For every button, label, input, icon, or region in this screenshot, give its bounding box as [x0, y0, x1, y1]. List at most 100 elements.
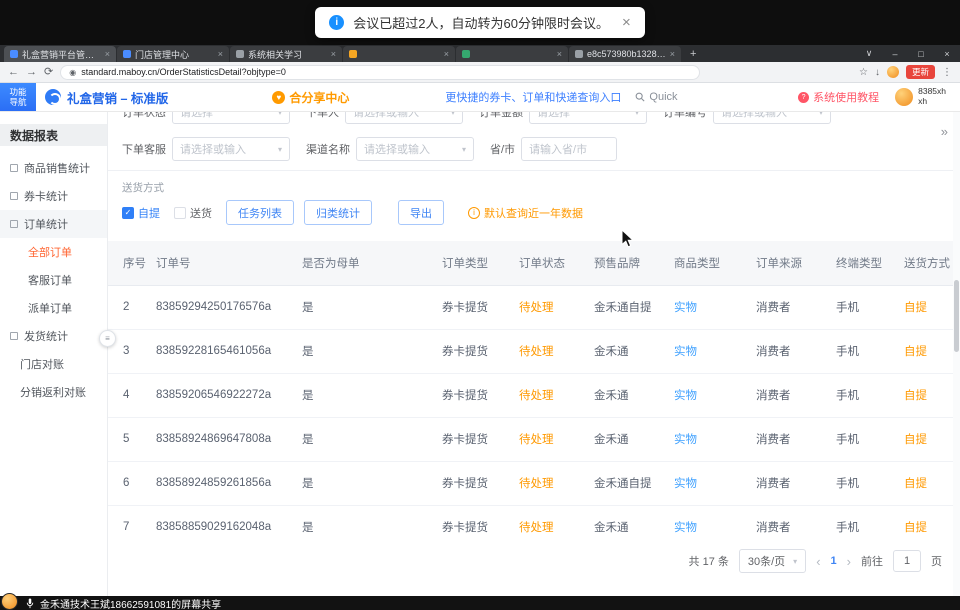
- toast-close-icon[interactable]: ×: [622, 14, 631, 31]
- cell-goods-type[interactable]: 实物: [668, 461, 750, 505]
- browser-tab-4[interactable]: ×: [343, 46, 455, 62]
- tab-close-icon[interactable]: ×: [218, 49, 223, 59]
- tab-favicon: [349, 50, 357, 58]
- tab-close-icon[interactable]: ×: [557, 49, 562, 59]
- tab-close-icon[interactable]: ×: [105, 49, 110, 59]
- browser-tab-6[interactable]: e8c573980b1328a258fd2e6 ×: [569, 46, 681, 62]
- cell-status: 待处理: [513, 285, 588, 329]
- filter-row-clipped: 订单状态 请选择▾ 下单人 请选择或输入▾ 订单金额 请选择▾ 订单编号 请选择…: [108, 112, 960, 130]
- browser-tab-store-admin[interactable]: 门店管理中心 ×: [117, 46, 229, 62]
- sidebar-item-service-orders[interactable]: 客服订单: [0, 266, 107, 294]
- filter-order-agent: 下单客服 请选择或输入▾: [122, 137, 290, 161]
- menu-item-icon: [10, 164, 18, 172]
- window-close-button[interactable]: ×: [934, 45, 960, 62]
- scrollbar-thumb[interactable]: [954, 280, 959, 352]
- current-page[interactable]: 1: [831, 555, 837, 567]
- cell-goods-type[interactable]: 实物: [668, 329, 750, 373]
- cell-order-no: 83858924869647808a: [150, 417, 296, 461]
- browser-profile-avatar[interactable]: [887, 66, 899, 78]
- browser-menu-icon[interactable]: ⋮: [942, 67, 952, 78]
- filter-label: 订单编号: [663, 112, 707, 120]
- bookmark-star-icon[interactable]: ☆: [859, 67, 868, 78]
- page-size-select[interactable]: 30条/页 ▾: [739, 549, 806, 573]
- checkbox-delivery[interactable]: 送货: [174, 205, 212, 221]
- download-icon[interactable]: ↓: [875, 67, 880, 78]
- tutorial-link[interactable]: ? 系统使用教程: [798, 89, 879, 105]
- sidebar-item-dispatch-orders[interactable]: 派单订单: [0, 294, 107, 322]
- quick-entry-link[interactable]: 更快捷的券卡、订单和快递查询入口: [445, 89, 621, 105]
- task-list-button[interactable]: 任务列表: [226, 200, 294, 225]
- export-button[interactable]: 导出: [398, 200, 444, 225]
- hint-bulb-icon: i: [468, 207, 480, 219]
- filter-order-no: 订单编号 请选择或输入▾: [663, 112, 831, 124]
- province-city-input[interactable]: 请输入省/市: [521, 137, 617, 161]
- goto-page-input[interactable]: [893, 550, 921, 572]
- cell-goods-type[interactable]: 实物: [668, 285, 750, 329]
- cell-source: 消费者: [750, 461, 830, 505]
- channel-name-select[interactable]: 请选择或输入▾: [356, 137, 474, 161]
- cell-is-parent: 是: [296, 505, 436, 537]
- sidebar-collapse-handle[interactable]: ≡: [99, 330, 116, 347]
- order-agent-select[interactable]: 请选择或输入▾: [172, 137, 290, 161]
- share-center-link[interactable]: ♥ 合分享中心: [272, 89, 349, 106]
- next-page-button[interactable]: ›: [847, 554, 851, 569]
- browser-tab-5[interactable]: ×: [456, 46, 568, 62]
- browser-tab-gift-admin[interactable]: 礼盒营销平台管理中心 ×: [4, 46, 116, 62]
- sidebar-item-shipping-stats[interactable]: 发货统计: [0, 322, 107, 350]
- new-tab-button[interactable]: +: [682, 46, 704, 62]
- sidebar-item-coupon-stats[interactable]: 券卡统计: [0, 182, 107, 210]
- cell-source: 消费者: [750, 373, 830, 417]
- sidebar-item-all-orders[interactable]: 全部订单: [0, 238, 107, 266]
- cell-terminal: 手机: [830, 285, 898, 329]
- share-user-avatar: [1, 593, 18, 610]
- filter-expand-icon[interactable]: »: [941, 124, 948, 139]
- filter-channel-name: 渠道名称 请选择或输入▾: [306, 137, 474, 161]
- function-nav-tab[interactable]: 功能 导航: [0, 83, 36, 111]
- back-icon[interactable]: ←: [8, 67, 19, 78]
- sidebar-menu: 商品销售统计 券卡统计 订单统计 全部订单 客服订单 派单订单: [0, 154, 107, 406]
- tab-close-icon[interactable]: ×: [444, 49, 449, 59]
- order-status-select[interactable]: 请选择▾: [172, 112, 290, 124]
- window-maximize-button[interactable]: □: [908, 45, 934, 62]
- user-menu[interactable]: 8385xh xh: [895, 87, 946, 107]
- col-seq: 序号: [108, 241, 150, 285]
- tab-search-icon[interactable]: ∨: [856, 45, 882, 62]
- cell-terminal: 手机: [830, 329, 898, 373]
- checkbox-label: 自提: [138, 205, 160, 221]
- sidebar-item-product-sales-stats[interactable]: 商品销售统计: [0, 154, 107, 182]
- tab-favicon: [236, 50, 244, 58]
- cell-seq: 2: [108, 285, 150, 329]
- browser-update-button[interactable]: 更新: [906, 65, 935, 79]
- window-minimize-button[interactable]: –: [882, 45, 908, 62]
- reload-icon[interactable]: ⟳: [44, 67, 53, 78]
- share-center-icon: ♥: [272, 91, 285, 104]
- tutorial-label: 系统使用教程: [813, 89, 879, 105]
- cell-goods-type[interactable]: 实物: [668, 373, 750, 417]
- vertical-scrollbar: [953, 112, 960, 596]
- app-body: 数据报表 商品销售统计 券卡统计 订单统计 全部订单 客服: [0, 112, 960, 596]
- quick-search[interactable]: Quick: [635, 91, 677, 103]
- category-stats-button[interactable]: 归类统计: [304, 200, 372, 225]
- cell-goods-type[interactable]: 实物: [668, 505, 750, 537]
- screen-share-bar: 金禾通技术王斌18662591081的屏幕共享: [0, 596, 960, 610]
- cell-is-parent: 是: [296, 329, 436, 373]
- orderer-select[interactable]: 请选择或输入▾: [345, 112, 463, 124]
- order-amount-select[interactable]: 请选择▾: [529, 112, 647, 124]
- sidebar-item-store-reconciliation[interactable]: 门店对账: [0, 350, 107, 378]
- tab-close-icon[interactable]: ×: [670, 49, 675, 59]
- cell-source: 消费者: [750, 417, 830, 461]
- cell-goods-type[interactable]: 实物: [668, 417, 750, 461]
- browser-tab-learning[interactable]: 系统相关学习 ×: [230, 46, 342, 62]
- table-row: 783858859029162048a是券卡提货待处理金禾通实物消费者手机自提: [108, 505, 960, 537]
- cell-order-type: 券卡提货: [436, 461, 513, 505]
- tab-close-icon[interactable]: ×: [331, 49, 336, 59]
- forward-icon[interactable]: →: [26, 67, 37, 78]
- prev-page-button[interactable]: ‹: [816, 554, 820, 569]
- sidebar-item-distribution-rebate[interactable]: 分销返利对账: [0, 378, 107, 406]
- sidebar-item-order-stats[interactable]: 订单统计: [0, 210, 107, 238]
- order-no-select[interactable]: 请选择或输入▾: [713, 112, 831, 124]
- checkbox-self-pickup[interactable]: ✓ 自提: [122, 205, 160, 221]
- site-info-icon[interactable]: ◉: [69, 68, 76, 77]
- address-bar[interactable]: ◉ standard.maboy.cn/OrderStatisticsDetai…: [60, 65, 700, 80]
- page-unit-label: 页: [931, 553, 942, 569]
